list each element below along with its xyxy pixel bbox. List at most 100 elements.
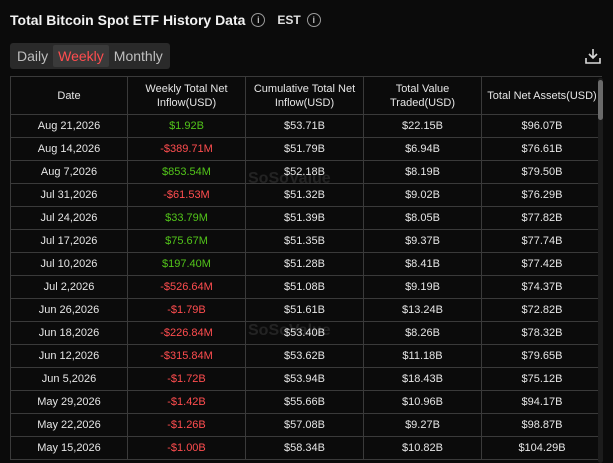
cell-weekly-net-inflow: $197.40M [127, 252, 246, 276]
cell-cumulative-net-inflow: $51.61B [245, 298, 364, 322]
cell-date: May 29,2026 [10, 390, 128, 414]
cell-total-value-traded: $9.27B [363, 413, 482, 437]
cell-weekly-net-inflow: -$1.00B [127, 436, 246, 460]
cell-total-net-assets: $104.29B [481, 436, 602, 460]
cell-weekly-net-inflow: -$1.26B [127, 413, 246, 437]
cell-weekly-net-inflow: -$226.84M [127, 321, 246, 345]
cell-weekly-net-inflow: -$1.72B [127, 367, 246, 391]
table-row[interactable]: May 15,2026 -$1.00B $58.34B $10.82B $104.29B [10, 436, 602, 460]
cell-total-value-traded: $11.18B [363, 344, 482, 368]
cell-weekly-net-inflow: -$1.79B [127, 298, 246, 322]
history-table-container: Date Weekly Total Net Inflow(USD) Cumula… [10, 76, 602, 463]
col-header-cumulative-net-inflow[interactable]: Cumulative Total Net Inflow(USD) [245, 76, 364, 115]
cell-total-value-traded: $13.24B [363, 298, 482, 322]
cell-date: Jul 2,2026 [10, 275, 128, 299]
col-header-weekly-net-inflow[interactable]: Weekly Total Net Inflow(USD) [127, 76, 246, 115]
table-row[interactable]: Jun 18,2026 -$226.84M $53.40B $8.26B $78.32B [10, 321, 602, 345]
cell-weekly-net-inflow: -$389.71M [127, 137, 246, 161]
table-scrollbar[interactable] [598, 78, 603, 463]
cell-cumulative-net-inflow: $51.32B [245, 183, 364, 207]
cell-total-net-assets: $96.07B [481, 114, 602, 138]
cell-total-net-assets: $75.12B [481, 367, 602, 391]
cell-weekly-net-inflow: $1.92B [127, 114, 246, 138]
cell-date: May 15,2026 [10, 436, 128, 460]
table-row[interactable]: Jun 12,2026 -$315.84M $53.62B $11.18B $79.65… [10, 344, 602, 368]
cell-total-value-traded: $18.43B [363, 367, 482, 391]
cell-total-net-assets: $79.65B [481, 344, 602, 368]
table-row[interactable]: Jul 17,2026 $75.67M $51.35B $9.37B $77.74B [10, 229, 602, 253]
cell-cumulative-net-inflow: $51.39B [245, 206, 364, 230]
col-header-date[interactable]: Date [10, 76, 128, 115]
cell-date: Jun 26,2026 [10, 298, 128, 322]
info-icon[interactable]: i [251, 13, 266, 27]
table-row[interactable]: Jul 10,2026 $197.40M $51.28B $8.41B $77.42B [10, 252, 602, 276]
cell-cumulative-net-inflow: $51.28B [245, 252, 364, 276]
table-row[interactable]: May 29,2026 -$1.42B $55.66B $10.96B $94.17B [10, 390, 602, 414]
cell-total-value-traded: $22.15B [363, 114, 482, 138]
cell-date: Jul 31,2026 [10, 183, 128, 207]
cell-date: Jul 24,2026 [10, 206, 128, 230]
cell-total-value-traded: $9.19B [363, 275, 482, 299]
cell-cumulative-net-inflow: $53.71B [245, 114, 364, 138]
cell-weekly-net-inflow: $853.54M [127, 160, 246, 184]
cell-weekly-net-inflow: -$1.42B [127, 390, 246, 414]
cell-total-net-assets: $72.82B [481, 298, 602, 322]
period-tabs: Daily Weekly Monthly [10, 43, 170, 69]
table-row[interactable]: Jun 5,2026 -$1.72B $53.94B $18.43B $75.12B [10, 367, 602, 391]
table-body: Aug 21,2026 $1.92B $53.71B $22.15B $96.07B Au… [10, 114, 602, 460]
table-row[interactable]: May 22,2026 -$1.26B $57.08B $9.27B $98.87B [10, 413, 602, 437]
cell-cumulative-net-inflow: $51.08B [245, 275, 364, 299]
cell-total-value-traded: $8.26B [363, 321, 482, 345]
cell-cumulative-net-inflow: $52.18B [245, 160, 364, 184]
cell-cumulative-net-inflow: $58.34B [245, 436, 364, 460]
cell-weekly-net-inflow: $75.67M [127, 229, 246, 253]
cell-weekly-net-inflow: -$315.84M [127, 344, 246, 368]
cell-total-net-assets: $76.61B [481, 137, 602, 161]
table-row[interactable]: Jul 24,2026 $33.79M $51.39B $8.05B $77.82B [10, 206, 602, 230]
cell-total-value-traded: $9.37B [363, 229, 482, 253]
cell-total-net-assets: $77.42B [481, 252, 602, 276]
cell-weekly-net-inflow: $33.79M [127, 206, 246, 230]
cell-date: Jun 18,2026 [10, 321, 128, 345]
cell-total-net-assets: $77.82B [481, 206, 602, 230]
timezone-label: EST [277, 13, 301, 27]
cell-total-net-assets: $74.37B [481, 275, 602, 299]
cell-cumulative-net-inflow: $53.40B [245, 321, 364, 345]
cell-total-net-assets: $78.32B [481, 321, 602, 345]
cell-total-value-traded: $8.05B [363, 206, 482, 230]
cell-total-value-traded: $8.41B [363, 252, 482, 276]
cell-weekly-net-inflow: -$61.53M [127, 183, 246, 207]
cell-total-value-traded: $10.82B [363, 436, 482, 460]
cell-date: Jul 10,2026 [10, 252, 128, 276]
download-icon[interactable] [584, 47, 602, 65]
cell-cumulative-net-inflow: $55.66B [245, 390, 364, 414]
cell-total-value-traded: $8.19B [363, 160, 482, 184]
col-header-total-net-assets[interactable]: Total Net Assets(USD) [481, 76, 602, 115]
header: Total Bitcoin Spot ETF History Data i ES… [10, 12, 321, 28]
cell-total-net-assets: $94.17B [481, 390, 602, 414]
timezone-info-icon[interactable]: i [306, 13, 321, 27]
history-table: Date Weekly Total Net Inflow(USD) Cumula… [10, 76, 602, 460]
table-row[interactable]: Aug 21,2026 $1.92B $53.71B $22.15B $96.07B [10, 114, 602, 138]
cell-date: Jun 12,2026 [10, 344, 128, 368]
table-row[interactable]: Aug 14,2026 -$389.71M $51.79B $6.94B $76.61B [10, 137, 602, 161]
col-header-total-value-traded[interactable]: Total Value Traded(USD) [363, 76, 482, 115]
table-row[interactable]: Jun 26,2026 -$1.79B $51.61B $13.24B $72.82B [10, 298, 602, 322]
table-row[interactable]: Jul 31,2026 -$61.53M $51.32B $9.02B $76.29B [10, 183, 602, 207]
cell-total-value-traded: $6.94B [363, 137, 482, 161]
cell-cumulative-net-inflow: $51.79B [245, 137, 364, 161]
cell-total-value-traded: $9.02B [363, 183, 482, 207]
cell-total-net-assets: $98.87B [481, 413, 602, 437]
tab-daily[interactable]: Daily [12, 48, 53, 64]
tab-weekly[interactable]: Weekly [53, 45, 109, 67]
table-row[interactable]: Jul 2,2026 -$526.64M $51.08B $9.19B $74.37B [10, 275, 602, 299]
cell-date: Jun 5,2026 [10, 367, 128, 391]
cell-total-net-assets: $77.74B [481, 229, 602, 253]
table-scrollbar-thumb[interactable] [598, 80, 603, 120]
cell-date: Aug 21,2026 [10, 114, 128, 138]
table-row[interactable]: Aug 7,2026 $853.54M $52.18B $8.19B $79.50B [10, 160, 602, 184]
cell-cumulative-net-inflow: $51.35B [245, 229, 364, 253]
cell-date: Aug 14,2026 [10, 137, 128, 161]
tab-monthly[interactable]: Monthly [109, 48, 168, 64]
cell-date: Aug 7,2026 [10, 160, 128, 184]
